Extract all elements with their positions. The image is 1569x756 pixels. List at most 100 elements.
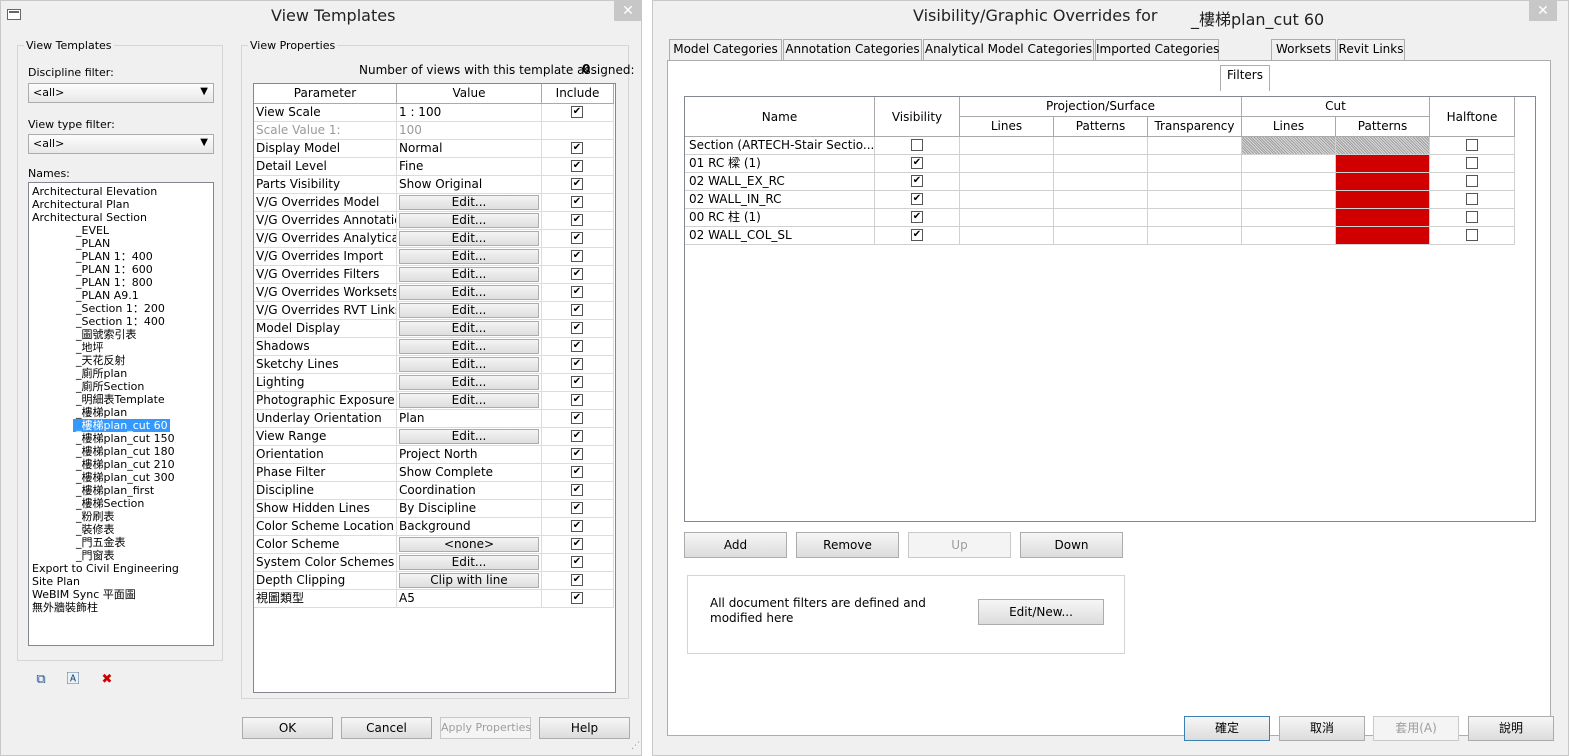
- projection-lines-cell[interactable]: [960, 137, 1054, 155]
- include-checkbox[interactable]: ✔: [571, 574, 583, 586]
- include-checkbox[interactable]: ✔: [571, 484, 583, 496]
- property-value[interactable]: Project North: [397, 446, 542, 464]
- template-list-item[interactable]: _門窗表: [73, 549, 117, 562]
- template-list-item[interactable]: _Section 1：200: [73, 302, 167, 315]
- template-list-item[interactable]: Architectural Elevation: [29, 185, 159, 198]
- filter-name[interactable]: 01 RC 樑 (1): [685, 155, 875, 173]
- visibility-cell[interactable]: ✔: [875, 173, 960, 191]
- delete-icon[interactable]: ✖: [98, 671, 116, 689]
- property-edit-button[interactable]: Edit...: [399, 285, 539, 300]
- include-checkbox[interactable]: ✔: [571, 340, 583, 352]
- template-list-item[interactable]: _圖號索引表: [73, 328, 139, 341]
- template-list-item[interactable]: _PLAN 1：600: [73, 263, 155, 276]
- title-bar[interactable]: Visibility/Graphic Overrides for _樓梯plan…: [653, 1, 1568, 29]
- halftone-cell[interactable]: [1430, 227, 1515, 245]
- transparency-cell[interactable]: [1148, 191, 1242, 209]
- tab-analytical-model-categories[interactable]: Analytical Model Categories: [923, 39, 1094, 60]
- include-checkbox[interactable]: ✔: [571, 160, 583, 172]
- template-list-item[interactable]: _粉刷表: [73, 510, 117, 523]
- template-list-item[interactable]: Site Plan: [29, 575, 82, 588]
- property-edit-button[interactable]: Clip with line: [399, 573, 539, 588]
- template-list-item[interactable]: WeBIM Sync 平面圖: [29, 588, 138, 601]
- property-edit-button[interactable]: Edit...: [399, 267, 539, 282]
- filter-name[interactable]: 00 RC 柱 (1): [685, 209, 875, 227]
- include-checkbox[interactable]: ✔: [571, 322, 583, 334]
- property-edit-button[interactable]: Edit...: [399, 195, 539, 210]
- template-list-item[interactable]: Architectural Plan: [29, 198, 132, 211]
- include-checkbox[interactable]: ✔: [571, 394, 583, 406]
- halftone-cell[interactable]: [1430, 209, 1515, 227]
- property-edit-button[interactable]: Edit...: [399, 375, 539, 390]
- up-button[interactable]: Up: [908, 532, 1011, 558]
- ok-button[interactable]: 確定: [1184, 716, 1270, 741]
- include-checkbox[interactable]: ✔: [571, 142, 583, 154]
- projection-lines-cell[interactable]: [960, 227, 1054, 245]
- resize-grip-icon[interactable]: ⋰: [631, 741, 640, 751]
- names-list[interactable]: Architectural Elevation Architectural Pla…: [28, 182, 214, 646]
- property-edit-button[interactable]: Edit...: [399, 249, 539, 264]
- template-list-item[interactable]: _樓梯plan_cut 300: [73, 471, 177, 484]
- cut-patterns-cell[interactable]: [1336, 227, 1430, 245]
- help-button[interactable]: Help: [539, 717, 630, 739]
- cut-patterns-cell[interactable]: [1336, 173, 1430, 191]
- visibility-cell[interactable]: ✔: [875, 209, 960, 227]
- include-checkbox[interactable]: ✔: [571, 178, 583, 190]
- halftone-cell[interactable]: [1430, 191, 1515, 209]
- visibility-cell[interactable]: ✔: [875, 155, 960, 173]
- visibility-cell[interactable]: [875, 137, 960, 155]
- property-edit-button[interactable]: Edit...: [399, 429, 539, 444]
- view-type-filter-dropdown[interactable]: <all> ▼: [28, 134, 214, 154]
- template-list-item[interactable]: _裝修表: [73, 523, 117, 536]
- template-list-item[interactable]: _廁所plan: [73, 367, 129, 380]
- template-list-item[interactable]: _Section 1：400: [73, 315, 167, 328]
- transparency-cell[interactable]: [1148, 173, 1242, 191]
- tab-annotation-categories[interactable]: Annotation Categories: [783, 39, 922, 60]
- filter-name[interactable]: 02 WALL_COL_SL: [685, 227, 875, 245]
- halftone-cell[interactable]: [1430, 173, 1515, 191]
- include-checkbox[interactable]: ✔: [571, 106, 583, 118]
- projection-patterns-cell[interactable]: [1054, 173, 1148, 191]
- halftone-checkbox[interactable]: [1466, 211, 1478, 223]
- include-checkbox[interactable]: ✔: [571, 412, 583, 424]
- apply-properties-button[interactable]: Apply Properties: [440, 717, 531, 739]
- edit-new-button[interactable]: Edit/New...: [978, 599, 1104, 625]
- cut-patterns-cell[interactable]: [1336, 191, 1430, 209]
- visibility-checkbox[interactable]: ✔: [911, 175, 923, 187]
- property-edit-button[interactable]: <none>: [399, 537, 539, 552]
- include-checkbox[interactable]: ✔: [571, 250, 583, 262]
- template-list-item[interactable]: _PLAN: [73, 237, 112, 250]
- projection-lines-cell[interactable]: [960, 191, 1054, 209]
- close-button[interactable]: ✕: [614, 1, 642, 21]
- cut-lines-cell[interactable]: [1242, 209, 1336, 227]
- include-checkbox[interactable]: ✔: [571, 358, 583, 370]
- include-checkbox[interactable]: ✔: [571, 430, 583, 442]
- property-value[interactable]: Normal: [397, 140, 542, 158]
- cut-lines-cell[interactable]: [1242, 227, 1336, 245]
- property-edit-button[interactable]: Edit...: [399, 231, 539, 246]
- template-list-item[interactable]: _樓梯Section: [73, 497, 146, 510]
- tab-worksets[interactable]: Worksets: [1271, 39, 1336, 60]
- tab-revit-links[interactable]: Revit Links: [1337, 39, 1405, 60]
- template-list-item[interactable]: _PLAN A9.1: [73, 289, 141, 302]
- property-value[interactable]: A5: [397, 590, 542, 608]
- halftone-checkbox[interactable]: [1466, 193, 1478, 205]
- cut-lines-cell[interactable]: [1242, 137, 1336, 155]
- projection-patterns-cell[interactable]: [1054, 155, 1148, 173]
- include-checkbox[interactable]: ✔: [571, 538, 583, 550]
- cut-lines-cell[interactable]: [1242, 173, 1336, 191]
- cut-lines-cell[interactable]: [1242, 155, 1336, 173]
- template-list-item[interactable]: _地坪: [73, 341, 106, 354]
- visibility-cell[interactable]: ✔: [875, 191, 960, 209]
- cut-patterns-cell[interactable]: [1336, 209, 1430, 227]
- visibility-checkbox[interactable]: ✔: [911, 229, 923, 241]
- visibility-checkbox[interactable]: ✔: [911, 193, 923, 205]
- transparency-cell[interactable]: [1148, 209, 1242, 227]
- projection-lines-cell[interactable]: [960, 155, 1054, 173]
- include-checkbox[interactable]: ✔: [571, 196, 583, 208]
- halftone-checkbox[interactable]: [1466, 175, 1478, 187]
- include-checkbox[interactable]: ✔: [571, 286, 583, 298]
- tab-filters[interactable]: Filters: [1220, 65, 1270, 91]
- property-value[interactable]: Background: [397, 518, 542, 536]
- projection-patterns-cell[interactable]: [1054, 191, 1148, 209]
- ok-button[interactable]: OK: [242, 717, 333, 739]
